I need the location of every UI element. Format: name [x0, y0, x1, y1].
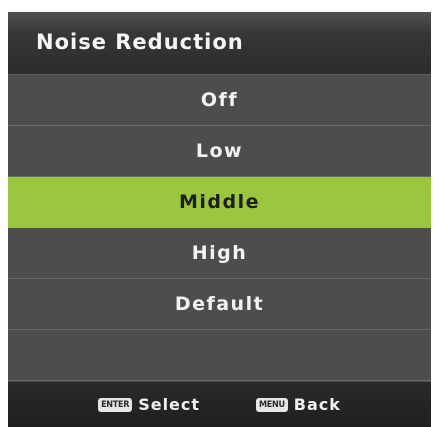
menu-title: Noise Reduction — [36, 30, 244, 54]
footer-hints: ENTER Select MENU Back — [8, 382, 431, 427]
option-low[interactable]: Low — [8, 126, 431, 177]
option-default[interactable]: Default — [8, 279, 431, 330]
noise-reduction-osd-menu: Noise Reduction Off Low Middle High Defa… — [8, 12, 431, 427]
option-off[interactable]: Off — [8, 75, 431, 126]
option-list: Off Low Middle High Default — [8, 75, 431, 381]
select-label: Select — [138, 395, 201, 414]
enter-key-icon: ENTER — [98, 397, 133, 412]
option-middle[interactable]: Middle — [8, 177, 431, 228]
option-high[interactable]: High — [8, 228, 431, 279]
empty-row — [8, 330, 431, 381]
menu-header: Noise Reduction — [8, 12, 431, 75]
back-label: Back — [293, 395, 341, 414]
menu-key-icon: MENU — [256, 397, 288, 412]
back-hint[interactable]: MENU Back — [256, 395, 341, 414]
select-hint[interactable]: ENTER Select — [98, 395, 200, 414]
